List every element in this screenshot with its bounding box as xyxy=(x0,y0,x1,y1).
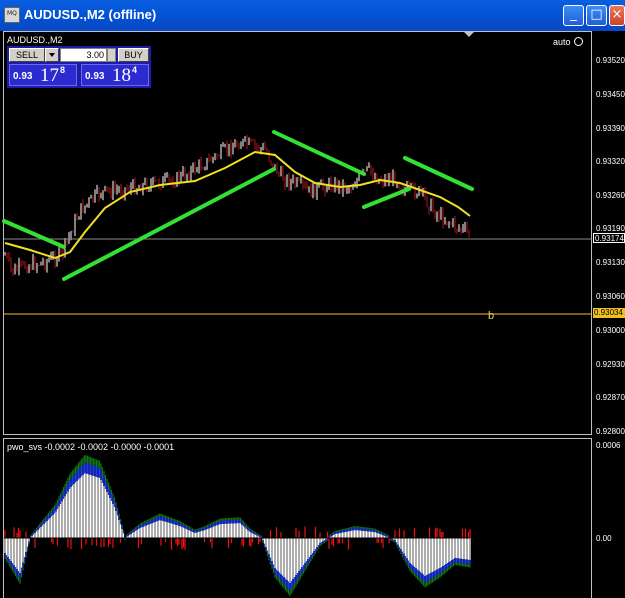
price-axis-tick: 0.93450 xyxy=(596,90,625,99)
price-axis-tick: 0.93320 xyxy=(596,157,625,166)
trend-line xyxy=(272,130,366,176)
level-price-marker: 0.93034 xyxy=(593,308,625,318)
price-axis-tick: 0.93060 xyxy=(596,292,625,301)
price-axis-tick: 0.93390 xyxy=(596,124,625,133)
price-axis-tick: 0.92870 xyxy=(596,393,625,402)
chart-canvas[interactable] xyxy=(0,0,625,598)
trend-lines-layer xyxy=(2,130,474,281)
lot-size-input[interactable]: 3.00 xyxy=(60,48,107,62)
sell-button[interactable]: SELL xyxy=(9,48,45,62)
price-axis-tick: 0.92800 xyxy=(596,427,625,436)
level-object-label[interactable]: b xyxy=(488,310,494,322)
trend-line xyxy=(2,219,66,249)
moving-average-line xyxy=(4,150,471,260)
price-axis-tick: 0.93130 xyxy=(596,258,625,267)
chart-shift-icon[interactable] xyxy=(464,32,474,37)
buy-quote-prefix: 0.93 xyxy=(85,71,105,82)
smiley-icon[interactable] xyxy=(574,37,583,46)
histogram-layer xyxy=(4,455,471,597)
buy-button[interactable]: BUY xyxy=(118,48,149,62)
sell-quote[interactable]: 0.93 17 8 xyxy=(9,64,77,86)
symbol-label: AUDUSD.,M2 xyxy=(7,35,63,45)
buy-quote-sup: 4 xyxy=(132,65,138,75)
lot-dropdown-button[interactable] xyxy=(45,48,59,62)
candles-layer xyxy=(4,134,470,277)
chevron-down-icon xyxy=(49,53,55,57)
price-axis-tick: 0.93260 xyxy=(596,191,625,200)
price-axis-tick: 0.93190 xyxy=(596,224,625,233)
indicator-axis-tick: 0.00 xyxy=(596,534,612,543)
price-axis-tick: 0.93000 xyxy=(596,326,625,335)
autoscroll-label: auto xyxy=(553,37,571,47)
one-click-trading-panel: SELL 3.00 BUY 0.93 17 8 0.93 18 4 xyxy=(7,46,151,88)
sell-quote-sup: 8 xyxy=(60,65,66,75)
trend-line xyxy=(362,187,411,209)
price-axis-tick: 0.93520 xyxy=(596,56,625,65)
buy-quote-big: 18 xyxy=(112,65,131,86)
current-price-marker: 0.93174 xyxy=(593,233,625,243)
price-axis-tick: 0.92930 xyxy=(596,360,625,369)
indicator-axis-tick: 0.0006 xyxy=(596,441,621,450)
buy-quote[interactable]: 0.93 18 4 xyxy=(81,64,149,86)
sell-quote-big: 17 xyxy=(40,65,59,86)
indicator-label: pwo_svs -0.0002 -0.0002 -0.0000 -0.0001 xyxy=(7,442,175,452)
trend-line xyxy=(62,167,276,281)
sell-quote-prefix: 0.93 xyxy=(13,71,33,82)
lot-spinner[interactable] xyxy=(107,48,116,62)
